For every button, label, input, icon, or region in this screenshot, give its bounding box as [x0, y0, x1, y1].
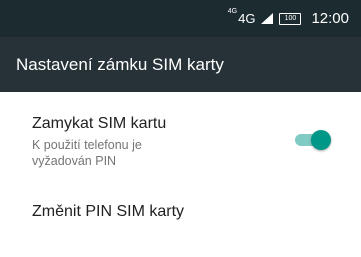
lock-sim-setting[interactable]: Zamykat SIM kartu K použití telefonu je … [0, 92, 361, 178]
status-bar: 4G4G 100 12:00 [0, 0, 361, 37]
change-pin-setting[interactable]: Změnit PIN SIM karty [0, 186, 361, 238]
battery-icon: 100 [279, 12, 302, 25]
status-icons: 4G4G 100 12:00 [227, 7, 349, 27]
network-prefix: 4G [227, 7, 238, 15]
network-type: 4G [238, 11, 256, 26]
network-indicator: 4G4G [227, 7, 256, 26]
app-bar: Nastavení zámku SIM karty [0, 37, 361, 92]
status-time: 12:00 [311, 10, 349, 27]
toggle-thumb [311, 130, 331, 150]
lock-sim-summary: K použití telefonu je vyžadován PIN [32, 138, 142, 168]
lock-sim-toggle[interactable] [295, 130, 331, 150]
change-pin-title: Změnit PIN SIM karty [32, 203, 185, 220]
signal-strength-icon [261, 11, 274, 27]
page-title: Nastavení zámku SIM karty [16, 54, 224, 74]
